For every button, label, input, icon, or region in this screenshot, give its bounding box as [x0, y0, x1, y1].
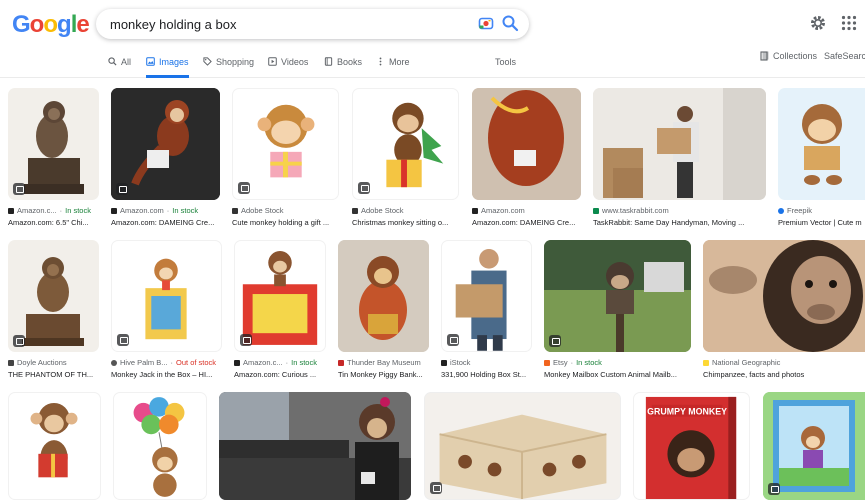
- tab-books[interactable]: Books: [324, 52, 362, 78]
- result-source: National Geographic: [703, 358, 865, 368]
- result-thumbnail[interactable]: [111, 240, 222, 352]
- tab-label: Videos: [281, 57, 309, 67]
- image-badge-icon: [116, 183, 128, 195]
- result-source: www.taskrabbit.com: [593, 206, 766, 216]
- svg-text:GRUMPY MONKEY: GRUMPY MONKEY: [647, 407, 727, 417]
- result-thumbnail[interactable]: [232, 88, 339, 200]
- collections-label: Collections: [773, 51, 818, 61]
- image-badge-icon: [13, 335, 25, 347]
- result-title[interactable]: Amazon.com: Curious ...: [234, 370, 326, 380]
- result-title[interactable]: Tin Monkey Piggy Bank...: [338, 370, 429, 380]
- result-title[interactable]: Amazon.com: 6.5" Chi...: [8, 218, 99, 228]
- result-title[interactable]: Amazon.com: DAMEING Cre...: [472, 218, 581, 228]
- tab-label: Books: [337, 57, 363, 67]
- result-title[interactable]: 331,900 Holding Box St...: [441, 370, 532, 380]
- tag-icon: [203, 57, 212, 66]
- result-thumbnail[interactable]: [778, 88, 865, 200]
- result-thumbnail[interactable]: [763, 392, 865, 500]
- result-thumbnail[interactable]: [472, 88, 581, 200]
- image-badge-icon: [768, 483, 780, 495]
- result-source: Hive Palm B... · Out of stock: [111, 358, 222, 368]
- play-icon: [268, 57, 277, 66]
- more-icon: [379, 57, 382, 66]
- search-box: [96, 9, 529, 39]
- book-icon: [324, 57, 333, 66]
- result-thumbnail[interactable]: [424, 392, 621, 500]
- result-title[interactable]: Monkey Jack in the Box – HI...: [111, 370, 222, 380]
- image-badge-icon: [447, 334, 459, 346]
- tab-shopping[interactable]: Shopping: [203, 52, 254, 78]
- result-thumbnail[interactable]: [352, 88, 459, 200]
- collections-icon: [760, 51, 769, 61]
- image-badge-icon: [549, 335, 561, 347]
- camera-icon[interactable]: [478, 15, 494, 31]
- tab-videos[interactable]: Videos: [268, 52, 308, 78]
- result-thumbnail[interactable]: [703, 240, 865, 352]
- tab-label: More: [389, 57, 410, 67]
- google-logo[interactable]: Google: [12, 11, 90, 39]
- image-badge-icon: [430, 482, 442, 494]
- search-input[interactable]: [110, 14, 470, 34]
- result-title[interactable]: TaskRabbit: Same Day Handyman, Moving ..…: [593, 218, 766, 228]
- tab-label: Shopping: [216, 57, 255, 67]
- result-source: Amazon.com: [472, 206, 581, 216]
- collections-button[interactable]: Collections: [760, 51, 817, 61]
- result-title[interactable]: Chimpanzee, facts and photos: [703, 370, 865, 380]
- result-source: Etsy · In stock: [544, 358, 691, 368]
- result-source: Amazon.c... · In stock: [8, 206, 99, 216]
- image-results-grid: Amazon.c... · In stock Amazon.com: 6.5" Ch…: [0, 88, 865, 500]
- tab-images[interactable]: Images: [146, 52, 189, 78]
- image-badge-icon: [117, 334, 129, 346]
- tab-all[interactable]: All: [108, 52, 131, 78]
- top-bar: Google: [0, 0, 865, 48]
- result-source: Freepik: [778, 206, 865, 216]
- result-thumbnail[interactable]: [113, 392, 207, 500]
- result-thumbnail[interactable]: [544, 240, 691, 352]
- result-source: Adobe Stock: [352, 206, 459, 216]
- result-title[interactable]: THE PHANTOM OF TH...: [8, 370, 99, 380]
- result-source: Amazon.c... · In stock: [234, 358, 326, 368]
- image-badge-icon: [238, 182, 250, 194]
- tools-button[interactable]: Tools: [495, 57, 516, 67]
- result-thumbnail[interactable]: [338, 240, 429, 352]
- result-thumbnail[interactable]: [593, 88, 766, 200]
- result-thumbnail[interactable]: [8, 392, 101, 500]
- search-icon: [108, 57, 117, 66]
- result-source: Doyle Auctions: [8, 358, 99, 368]
- search-icon[interactable]: [501, 14, 519, 32]
- result-title[interactable]: Christmas monkey sitting o...: [352, 218, 459, 228]
- result-source: iStock: [441, 358, 532, 368]
- result-thumbnail[interactable]: [441, 240, 532, 352]
- result-thumbnail[interactable]: [8, 240, 99, 352]
- apps-grid-icon[interactable]: [841, 15, 857, 31]
- result-thumbnail[interactable]: [219, 392, 411, 500]
- result-thumbnail[interactable]: [8, 88, 99, 200]
- result-source: Amazon.com · In stock: [111, 206, 220, 216]
- result-thumbnail[interactable]: [234, 240, 326, 352]
- safesearch-button[interactable]: SafeSearch: [824, 51, 865, 61]
- result-thumbnail[interactable]: [111, 88, 220, 200]
- tab-label: All: [121, 57, 132, 67]
- gear-icon[interactable]: [809, 14, 827, 32]
- image-badge-icon: [13, 183, 25, 195]
- image-badge-icon: [358, 182, 370, 194]
- result-thumbnail[interactable]: GRUMPY MONKEY: [633, 392, 750, 500]
- result-source: Thunder Bay Museum: [338, 358, 429, 368]
- result-source: Adobe Stock: [232, 206, 339, 216]
- result-title[interactable]: Cute monkey holding a gift ...: [232, 218, 339, 228]
- tab-more[interactable]: More: [376, 52, 410, 78]
- tab-label: Images: [159, 57, 189, 67]
- result-title[interactable]: Premium Vector | Cute m: [778, 218, 865, 228]
- result-title[interactable]: Amazon.com: DAMEING Cre...: [111, 218, 220, 228]
- image-badge-icon: [240, 334, 252, 346]
- search-tabs: All Images Shopping Videos Books More To…: [0, 52, 865, 78]
- image-icon: [146, 57, 155, 66]
- result-title[interactable]: Monkey Mailbox Custom Animal Mailb...: [544, 370, 691, 380]
